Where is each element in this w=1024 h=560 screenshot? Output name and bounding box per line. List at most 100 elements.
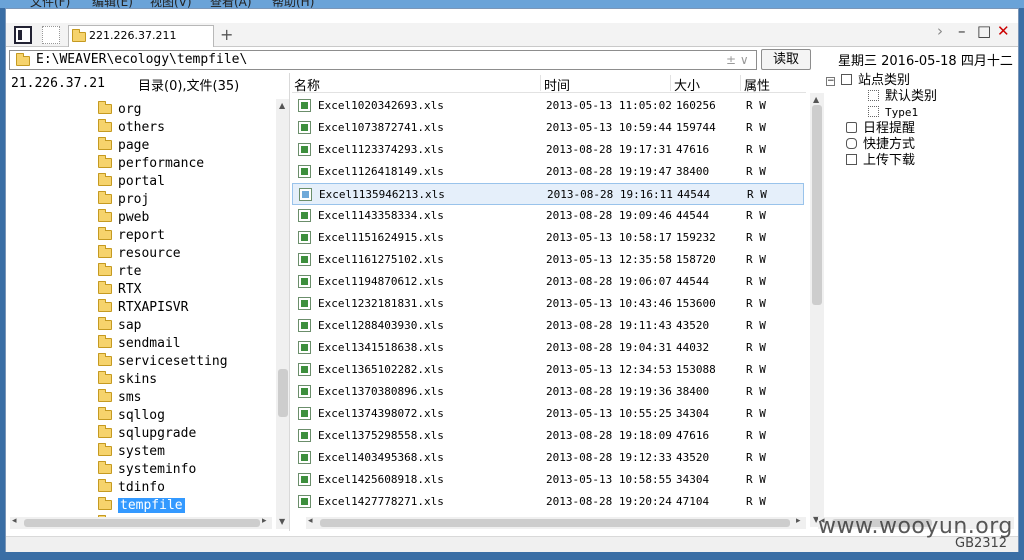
- file-size: 47104: [676, 495, 710, 508]
- tree-item[interactable]: RTXAPISVR: [98, 299, 188, 317]
- tree-item[interactable]: org: [98, 101, 141, 119]
- tree-item[interactable]: sqllog: [98, 407, 165, 425]
- column-divider[interactable]: [670, 75, 671, 91]
- file-row[interactable]: Excel1161275102.xls 2013-05-13 12:35:58 15…: [292, 249, 804, 271]
- minimize-icon[interactable]: –: [958, 22, 966, 40]
- file-row[interactable]: Excel1135946213.xls 2013-08-28 19:16:11 44…: [292, 183, 804, 205]
- file-size: 159744: [676, 121, 716, 134]
- chevron-right-icon[interactable]: ›: [937, 22, 943, 40]
- maximize-icon[interactable]: □: [977, 22, 991, 40]
- menu-view[interactable]: 视图(V): [150, 0, 192, 8]
- site-category-node[interactable]: − 站点类别: [826, 73, 910, 89]
- tree-item[interactable]: rte: [98, 263, 141, 281]
- scroll-left-icon[interactable]: ◂: [12, 516, 17, 526]
- default-category-node[interactable]: 默认类别: [868, 89, 937, 105]
- tab-host[interactable]: 221.226.37.211: [68, 25, 214, 47]
- tree-item[interactable]: resource: [98, 245, 181, 263]
- tree-item[interactable]: system: [98, 443, 165, 461]
- file-attr: R W: [746, 253, 766, 266]
- schedule-node[interactable]: 日程提醒: [846, 121, 915, 137]
- path-input[interactable]: E:\WEAVER\ecology\tempfile\: [36, 52, 247, 67]
- folder-icon: [98, 497, 112, 510]
- file-attr: R W: [746, 165, 766, 178]
- file-row[interactable]: Excel1341518638.xls 2013-08-28 19:04:31 44…: [292, 337, 804, 359]
- scroll-down-icon[interactable]: ▼: [279, 517, 285, 526]
- scroll-up-icon[interactable]: ▲: [279, 101, 285, 110]
- tree-item[interactable]: systeminfo: [98, 461, 196, 479]
- column-attr[interactable]: 属性: [744, 75, 770, 94]
- column-time[interactable]: 时间: [544, 75, 570, 94]
- file-attr: R W: [746, 363, 766, 376]
- scroll-right-icon[interactable]: ▸: [796, 516, 801, 526]
- tree-item[interactable]: tdinfo: [98, 479, 165, 497]
- file-row[interactable]: Excel1370380896.xls 2013-08-28 19:19:36 38…: [292, 381, 804, 403]
- file-row[interactable]: Excel1427778271.xls 2013-08-28 19:20:24 47…: [292, 491, 804, 513]
- tree-item[interactable]: sms: [98, 389, 141, 407]
- shortcuts-node[interactable]: 快捷方式: [846, 137, 915, 153]
- tree-item[interactable]: servicesetting: [98, 353, 228, 371]
- column-divider[interactable]: [740, 75, 741, 91]
- file-row[interactable]: Excel1126418149.xls 2013-08-28 19:19:47 38…: [292, 161, 804, 183]
- tree-item-label: sendmail: [118, 336, 181, 351]
- category-icon: [868, 106, 879, 117]
- tree-hscrollbar[interactable]: ◂ ▸: [10, 516, 272, 529]
- panel-toggle-button[interactable]: [14, 26, 32, 44]
- file-row[interactable]: Excel1020342693.xls 2013-05-13 11:05:02 16…: [292, 95, 804, 117]
- collapse-icon[interactable]: −: [826, 77, 835, 86]
- file-row[interactable]: Excel1123374293.xls 2013-08-28 19:17:31 47…: [292, 139, 804, 161]
- tree-item[interactable]: sqlupgrade: [98, 425, 196, 443]
- column-divider[interactable]: [540, 75, 541, 91]
- scroll-right-icon[interactable]: ▸: [262, 516, 267, 526]
- file-row[interactable]: Excel1374398072.xls 2013-05-13 10:55:25 34…: [292, 403, 804, 425]
- menu-help[interactable]: 帮助(H): [272, 0, 314, 8]
- path-dropdown[interactable]: ± ∨: [726, 53, 749, 67]
- menu-edit[interactable]: 编辑(E): [92, 0, 133, 8]
- menu-file[interactable]: 文件(F): [30, 0, 70, 8]
- path-bar[interactable]: E:\WEAVER\ecology\tempfile\ ± ∨: [9, 50, 757, 70]
- file-time: 2013-08-28 19:18:09: [546, 429, 672, 442]
- close-icon[interactable]: ✕: [997, 22, 1010, 40]
- file-row[interactable]: Excel1151624915.xls 2013-05-13 10:58:17 15…: [292, 227, 804, 249]
- tree-item[interactable]: skins: [98, 371, 157, 389]
- tree-item[interactable]: others: [98, 119, 165, 137]
- file-row[interactable]: Excel1143358334.xls 2013-08-28 19:09:46 44…: [292, 205, 804, 227]
- tree-item[interactable]: pweb: [98, 209, 149, 227]
- list-hscrollbar[interactable]: ◂ ▸: [306, 516, 806, 529]
- file-row[interactable]: Excel1194870612.xls 2013-08-28 19:06:07 44…: [292, 271, 804, 293]
- tree-item[interactable]: report: [98, 227, 165, 245]
- file-row[interactable]: Excel1073872741.xls 2013-05-13 10:59:44 15…: [292, 117, 804, 139]
- file-row[interactable]: Excel1375298558.xls 2013-08-28 19:18:09 47…: [292, 425, 804, 447]
- list-hscroll-thumb[interactable]: [320, 519, 790, 527]
- tree-item[interactable]: proj: [98, 191, 149, 209]
- tree-scrollbar[interactable]: ▲ ▼: [276, 99, 289, 529]
- new-tab-button[interactable]: +: [220, 25, 233, 44]
- tree-item[interactable]: sap: [98, 317, 141, 335]
- type1-node[interactable]: Type1: [868, 105, 918, 121]
- column-name[interactable]: 名称: [294, 75, 320, 94]
- tree-item[interactable]: sendmail: [98, 335, 181, 353]
- file-attr: R W: [747, 188, 767, 201]
- blank-tab-button[interactable]: [42, 26, 60, 44]
- column-size[interactable]: 大小: [674, 75, 700, 94]
- tree-item[interactable]: tempfile: [98, 497, 185, 515]
- folder-icon: [98, 299, 112, 312]
- file-row[interactable]: Excel1425608918.xls 2013-05-13 10:58:55 34…: [292, 469, 804, 491]
- file-row[interactable]: Excel1288403930.xls 2013-08-28 19:11:43 43…: [292, 315, 804, 337]
- tree-item[interactable]: page: [98, 137, 149, 155]
- tree-item[interactable]: portal: [98, 173, 165, 191]
- upload-download-node[interactable]: 上传下载: [846, 153, 915, 169]
- file-row[interactable]: Excel1365102282.xls 2013-05-13 12:34:53 15…: [292, 359, 804, 381]
- menu-inspect[interactable]: 查看(A): [210, 0, 252, 8]
- tree-item[interactable]: RTX: [98, 281, 141, 299]
- excel-file-icon: [298, 275, 311, 288]
- file-row[interactable]: Excel1403495368.xls 2013-08-28 19:12:33 43…: [292, 447, 804, 469]
- file-attr: R W: [746, 121, 766, 134]
- tree-hscroll-thumb[interactable]: [24, 519, 260, 527]
- read-button[interactable]: 读取: [761, 49, 811, 70]
- tree-scroll-thumb[interactable]: [278, 369, 288, 417]
- file-row[interactable]: Excel1232181831.xls 2013-05-13 10:43:46 15…: [292, 293, 804, 315]
- scroll-left-icon[interactable]: ◂: [308, 516, 313, 526]
- file-size: 38400: [676, 165, 710, 178]
- tree-item[interactable]: performance: [98, 155, 204, 173]
- file-attr: R W: [746, 407, 766, 420]
